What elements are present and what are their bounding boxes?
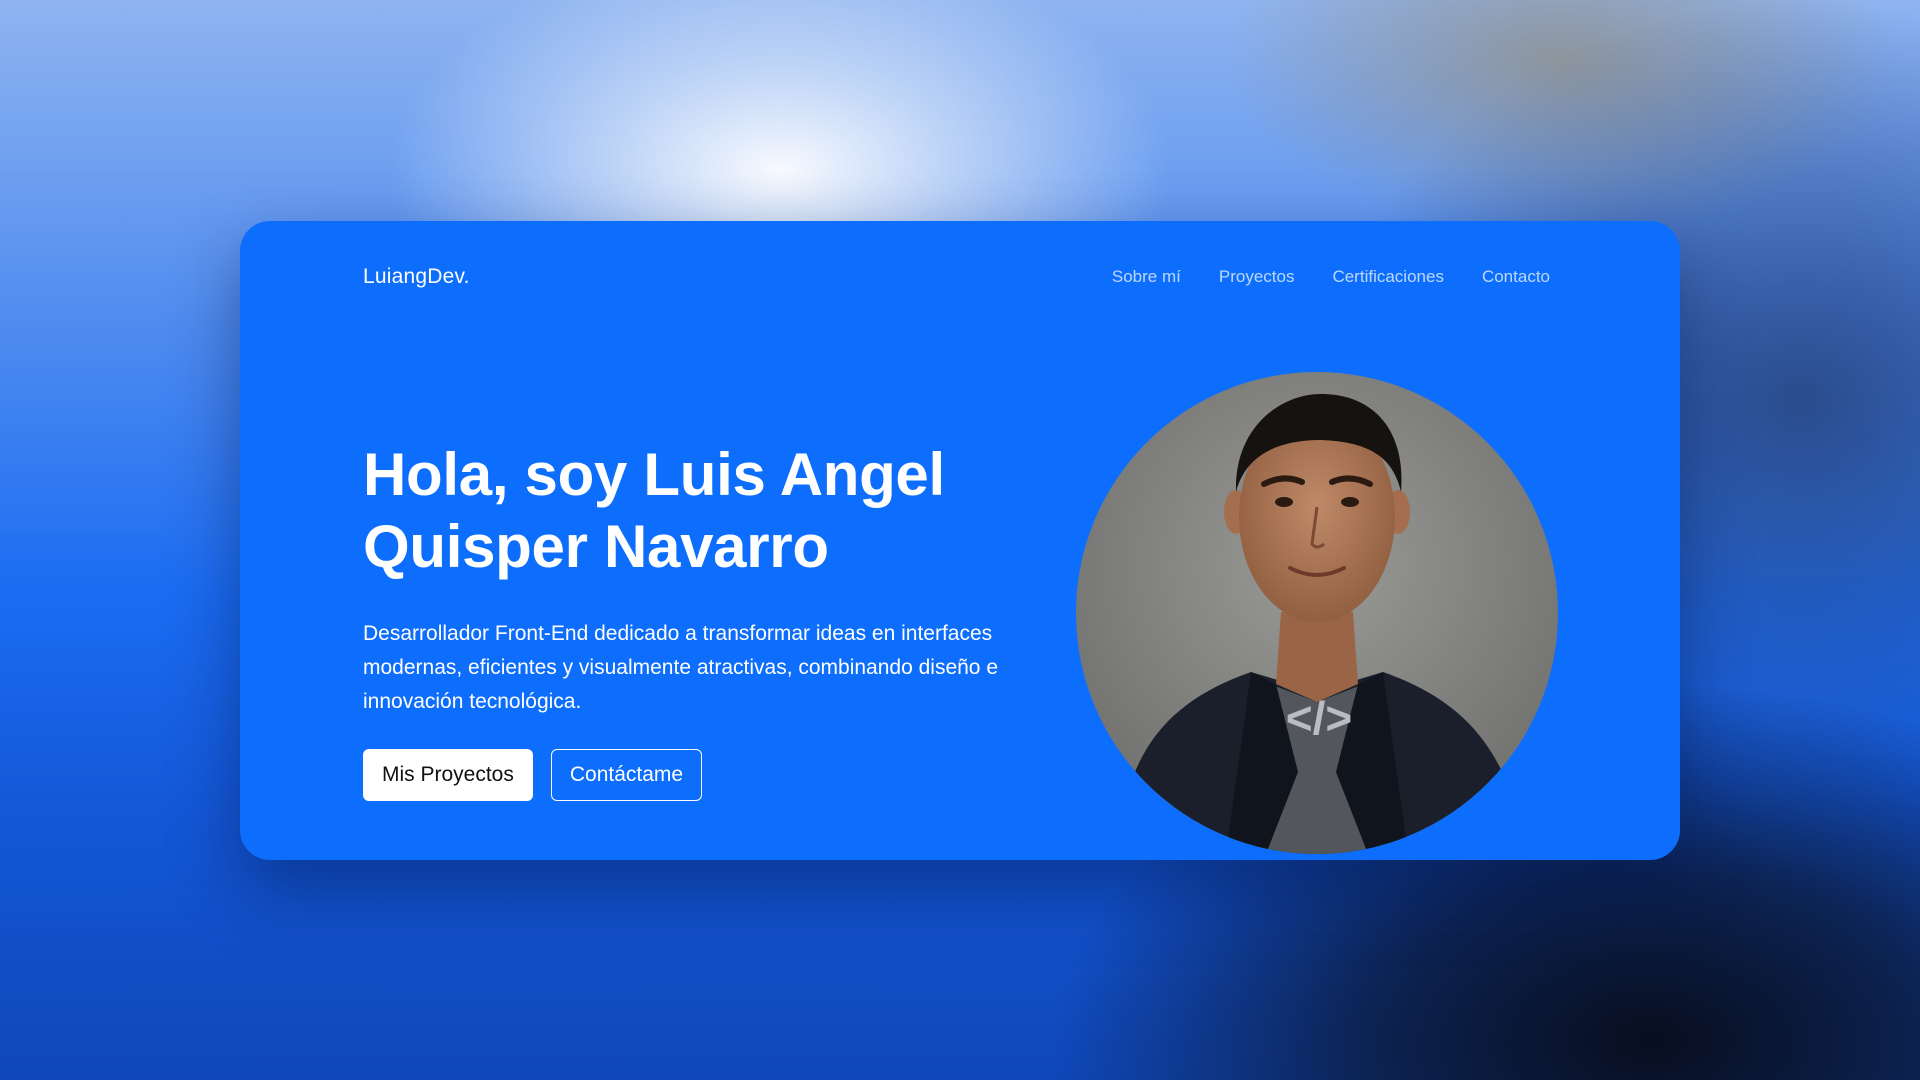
top-navbar: LuiangDev. Sobre mí Proyectos Certificac… [363, 257, 1550, 297]
nav-link-sobre-mi[interactable]: Sobre mí [1112, 267, 1181, 287]
hero-title-line-1: Hola, soy Luis Angel [363, 441, 945, 508]
hero-card: LuiangDev. Sobre mí Proyectos Certificac… [240, 221, 1680, 860]
nav-link-contacto[interactable]: Contacto [1482, 267, 1550, 287]
contact-button[interactable]: Contáctame [550, 749, 703, 801]
hero-buttons: Mis Proyectos Contáctame [363, 749, 1043, 801]
brand-logo[interactable]: LuiangDev. [363, 265, 470, 289]
nav-link-certificaciones[interactable]: Certificaciones [1332, 267, 1444, 287]
projects-button[interactable]: Mis Proyectos [363, 749, 533, 801]
shirt-code-symbol: </> [1286, 692, 1353, 744]
profile-photo: </> [1076, 372, 1558, 854]
hero-title: Hola, soy Luis Angel Quisper Navarro [363, 439, 1043, 583]
nav-link-proyectos[interactable]: Proyectos [1219, 267, 1295, 287]
hero-description: Desarrollador Front-End dedicado a trans… [363, 622, 999, 713]
hero-text: Hola, soy Luis Angel Quisper Navarro Des… [363, 439, 1043, 801]
hero-title-line-2: Quisper Navarro [363, 513, 829, 580]
nav-links: Sobre mí Proyectos Certificaciones Conta… [1112, 267, 1550, 287]
